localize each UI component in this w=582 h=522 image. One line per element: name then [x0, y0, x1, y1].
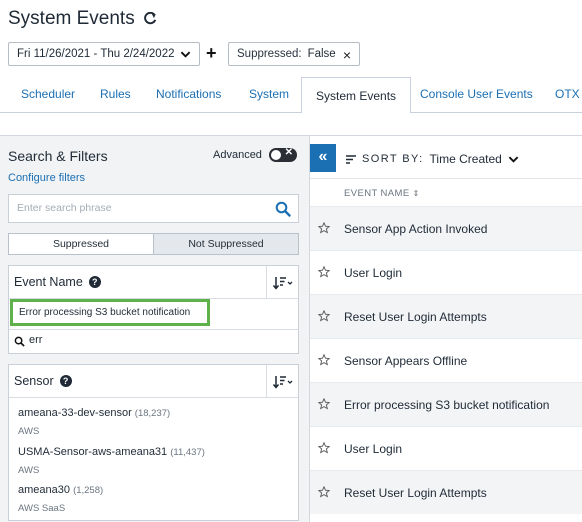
event-name-cell: Reset User Login Attempts: [344, 486, 487, 500]
chip-label: Suppressed:: [237, 48, 302, 60]
table-row[interactable]: Sensor Appears Offline: [310, 338, 582, 382]
event-name-filter-input[interactable]: [29, 334, 289, 346]
sensor-title-text: Sensor: [14, 374, 54, 388]
table-row[interactable]: Error processing S3 bucket notification: [310, 382, 582, 426]
refresh-icon[interactable]: [143, 12, 157, 26]
sort-order-button[interactable]: [266, 365, 298, 398]
event-name-cell: Sensor App Action Invoked: [344, 222, 488, 236]
table-row[interactable]: Sensor App Action Invoked: [310, 206, 582, 250]
event-name-title-text: Event Name: [14, 275, 83, 289]
suppressed-filter-chip: Suppressed: False ×: [228, 42, 360, 66]
filters-sidebar: Search & Filters Advanced ✕ Configure fi…: [0, 135, 310, 522]
page-header: System Events Fri 11/26/2021 - Thu 2/24/…: [0, 0, 582, 80]
content-spacer: [0, 113, 582, 135]
selected-event-name-item[interactable]: Error processing S3 bucket notification: [10, 299, 210, 326]
sensor-name: ameana-33-dev-sensor: [18, 407, 132, 419]
event-name-filter-box: [9, 329, 298, 353]
event-name-cell: Reset User Login Attempts: [344, 310, 487, 324]
event-name-panel-header: Event Name ?: [9, 266, 298, 299]
star-icon[interactable]: [318, 442, 330, 454]
tab-system-events[interactable]: System Events: [301, 77, 412, 114]
table-row[interactable]: User Login: [310, 250, 582, 294]
date-range-picker[interactable]: Fri 11/26/2021 - Thu 2/24/2022: [8, 42, 200, 66]
advanced-label: Advanced: [213, 149, 262, 161]
star-icon[interactable]: [318, 486, 330, 498]
table-row[interactable]: Reset User Login Attempts: [310, 294, 582, 338]
sensor-count: (11,437): [170, 447, 205, 458]
tab-system[interactable]: System: [249, 77, 289, 113]
table-row[interactable]: Reset User Login Attempts: [310, 470, 582, 514]
sensor-platform: AWS: [18, 465, 40, 476]
event-name-cell: Error processing S3 bucket notification: [344, 398, 550, 412]
date-range-value: Fri 11/26/2021 - Thu 2/24/2022: [17, 48, 175, 60]
help-icon[interactable]: ?: [88, 276, 101, 288]
event-name-cell: Sensor Appears Offline: [344, 354, 468, 368]
tab-rules[interactable]: Rules: [100, 77, 131, 113]
sort-by-label: SORT BY:: [362, 153, 424, 165]
sensor-platform: AWS SaaS: [18, 503, 66, 514]
events-list-panel: « SORT BY: Time Created EVENT NAME ⇕ Sen…: [310, 135, 582, 522]
star-icon[interactable]: [318, 266, 330, 278]
sensor-name: ameana30: [18, 484, 70, 496]
sensor-panel-header: Sensor ?: [9, 365, 298, 398]
tab-scheduler[interactable]: Scheduler: [21, 77, 75, 113]
sensor-panel-title: Sensor ?: [14, 374, 72, 388]
sort-by-control[interactable]: SORT BY: Time Created: [346, 152, 519, 166]
tab-notifications[interactable]: Notifications: [156, 77, 221, 113]
chevron-down-icon: [508, 156, 519, 163]
configure-filters-link[interactable]: Configure filters: [8, 172, 85, 184]
chip-value: False: [307, 48, 336, 60]
event-name-cell: User Login: [344, 442, 403, 456]
suppression-segmented-control: Suppressed Not Suppressed: [8, 233, 299, 255]
segment-suppressed[interactable]: Suppressed: [9, 234, 153, 254]
sort-descending-icon: [272, 276, 292, 290]
star-icon[interactable]: [318, 222, 330, 234]
search-input[interactable]: [17, 202, 267, 214]
sort-lines-icon: [346, 154, 356, 164]
sensor-filter-panel: Sensor ? ameana-33-dev-sensor (18,237) A…: [8, 364, 299, 521]
star-icon[interactable]: [318, 398, 330, 410]
page-title: System Events: [8, 8, 157, 30]
help-icon[interactable]: ?: [59, 375, 72, 387]
table-row[interactable]: User Login: [310, 426, 582, 470]
event-name-cell: User Login: [344, 266, 403, 280]
sensor-platform: AWS: [18, 426, 40, 437]
star-icon[interactable]: [318, 310, 330, 322]
sort-toggle-icon: ⇕: [412, 189, 420, 198]
add-filter-icon[interactable]: +: [206, 44, 217, 62]
search-box: [8, 194, 299, 223]
sensor-item[interactable]: ameana30 (1,258): [18, 484, 103, 496]
sensor-count: (1,258): [73, 485, 104, 496]
toggle-knob: [271, 150, 281, 160]
event-name-filter-panel: Event Name ? Error processing S3 bucket …: [8, 265, 299, 354]
sensor-item[interactable]: ameana-33-dev-sensor (18,237): [18, 407, 170, 419]
star-icon[interactable]: [318, 354, 330, 366]
column-header-event-name[interactable]: EVENT NAME ⇕: [310, 178, 582, 206]
collapse-sidebar-button[interactable]: «: [310, 144, 336, 172]
tab-otx[interactable]: OTX: [555, 77, 580, 113]
chevron-down-icon: [180, 51, 191, 58]
sort-by-value: Time Created: [429, 152, 502, 166]
event-name-panel-title: Event Name ?: [14, 275, 101, 289]
toggle-off-icon: ✕: [284, 147, 293, 158]
advanced-toggle[interactable]: ✕: [269, 147, 297, 162]
column-header-text: EVENT NAME: [344, 188, 410, 199]
sensor-item[interactable]: USMA-Sensor-aws-ameana31 (11,437): [18, 446, 205, 458]
close-icon[interactable]: ×: [343, 47, 351, 63]
search-icon[interactable]: [275, 201, 291, 217]
sort-order-button[interactable]: [266, 266, 298, 299]
sort-descending-icon: [272, 375, 292, 389]
tab-bar: Scheduler Rules Notifications System Sys…: [0, 77, 582, 114]
sensor-name: USMA-Sensor-aws-ameana31: [18, 446, 168, 458]
column-header-label: EVENT NAME ⇕: [344, 188, 420, 199]
segment-not-suppressed[interactable]: Not Suppressed: [153, 234, 298, 254]
search-icon: [14, 336, 25, 347]
filters-title: Search & Filters: [8, 148, 108, 164]
page-title-text: System Events: [8, 8, 135, 29]
sensor-count: (18,237): [134, 408, 171, 419]
tab-console-user-events[interactable]: Console User Events: [420, 77, 533, 113]
